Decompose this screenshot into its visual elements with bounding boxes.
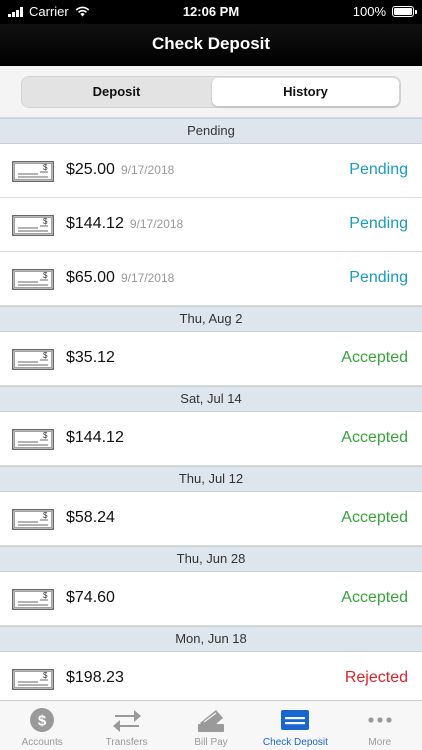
tab-more[interactable]: More [338,701,422,750]
deposit-row[interactable]: $ $35.12 Accepted [0,332,422,386]
amount-value: $144.12 [66,429,124,446]
deposit-amount: $35.12 [66,349,115,367]
svg-text:$: $ [43,351,48,360]
deposit-row[interactable]: $ $25.00 9/17/2018 Pending [0,144,422,198]
deposit-row[interactable]: $ $144.12 9/17/2018 Pending [0,198,422,252]
deposit-row[interactable]: $ $58.24 Accepted [0,492,422,546]
deposit-amount: $65.00 9/17/2018 [66,269,174,287]
bill-pay-icon [196,707,226,733]
deposit-status: Accepted [341,589,408,606]
check-icon: $ [12,161,54,182]
svg-text:$: $ [43,163,48,172]
tab-label: More [368,737,392,748]
deposit-date: 9/17/2018 [129,217,184,231]
svg-text:$: $ [43,217,48,226]
deposit-status: Rejected [344,669,408,686]
section-header: Pending [0,118,422,144]
history-list[interactable]: Pending $ $25.00 9/17/2018 Pending $ $144.12 9/… [0,118,422,700]
segment-history[interactable]: History [212,78,399,106]
tab-accounts[interactable]: $ Accounts [0,701,84,750]
svg-text:$: $ [43,431,48,440]
amount-value: $58.24 [66,509,115,526]
deposit-status: Accepted [341,429,408,446]
amount-value: $144.12 [66,215,124,232]
deposit-status: Accepted [341,509,408,526]
battery-percent: 100% [352,4,386,19]
deposit-status: Pending [349,161,408,178]
check-icon: $ [12,215,54,236]
deposit-status: Pending [349,269,408,286]
section-header: Thu, Aug 2 [0,306,422,332]
deposit-amount: $144.12 9/17/2018 [66,215,183,233]
check-icon: $ [12,429,54,450]
section-header: Thu, Jun 28 [0,546,422,572]
deposit-row[interactable]: $ $74.60 Accepted [0,572,422,626]
section-header: Thu, Jul 12 [0,466,422,492]
amount-value: $198.23 [66,669,124,686]
tab-bill-pay[interactable]: Bill Pay [169,701,253,750]
svg-text:$: $ [38,713,47,730]
check-deposit-icon [280,707,310,733]
nav-bar: Check Deposit [0,24,422,66]
deposit-amount: $144.12 [66,429,124,447]
tab-label: Accounts [21,737,63,748]
deposit-status: Pending [349,215,408,232]
check-icon: $ [12,269,54,290]
section-header: Sat, Jul 14 [0,386,422,412]
svg-text:$: $ [43,511,48,520]
amount-value: $74.60 [66,589,115,606]
deposit-amount: $74.60 [66,589,115,607]
more-dots-icon [365,707,395,733]
page-title: Check Deposit [151,34,271,53]
battery-icon [392,6,417,17]
deposit-amount: $25.00 9/17/2018 [66,161,174,179]
dollar-circle-icon: $ [27,707,57,733]
svg-text:$: $ [43,591,48,600]
deposit-row[interactable]: $ $144.12 Accepted [0,412,422,466]
deposit-row[interactable]: $ $65.00 9/17/2018 Pending [0,252,422,306]
section-header: Mon, Jun 18 [0,626,422,652]
deposit-status: Accepted [341,349,408,366]
svg-text:$: $ [43,271,48,280]
segment-deposit[interactable]: Deposit [23,78,210,106]
tab-label: Bill Pay [194,737,228,748]
check-icon: $ [12,669,54,690]
tab-label: Check Deposit [262,737,328,748]
deposit-date: 9/17/2018 [120,271,175,285]
tab-transfers[interactable]: Transfers [84,701,168,750]
deposit-date: 9/17/2018 [120,163,175,177]
segmented-control: Deposit History [21,76,401,108]
amount-value: $35.12 [66,349,115,366]
segment-bar: Deposit History [0,66,422,118]
check-icon: $ [12,589,54,610]
deposit-amount: $198.23 [66,669,124,687]
deposit-row[interactable]: $ $198.23 Rejected [0,652,422,700]
status-right: 100% [352,4,417,19]
amount-value: $65.00 [66,269,115,286]
check-icon: $ [12,509,54,530]
deposit-amount: $58.24 [66,509,115,527]
svg-text:$: $ [43,671,48,680]
tab-bar: $ Accounts Transfers Bill Pay Check Deposit M… [0,700,422,750]
check-icon: $ [12,349,54,370]
amount-value: $25.00 [66,161,115,178]
tab-label: Transfers [105,737,148,748]
transfer-arrows-icon [112,707,142,733]
status-bar: Carrier 12:06 PM 100% [0,0,422,24]
tab-check-deposit[interactable]: Check Deposit [253,701,337,750]
